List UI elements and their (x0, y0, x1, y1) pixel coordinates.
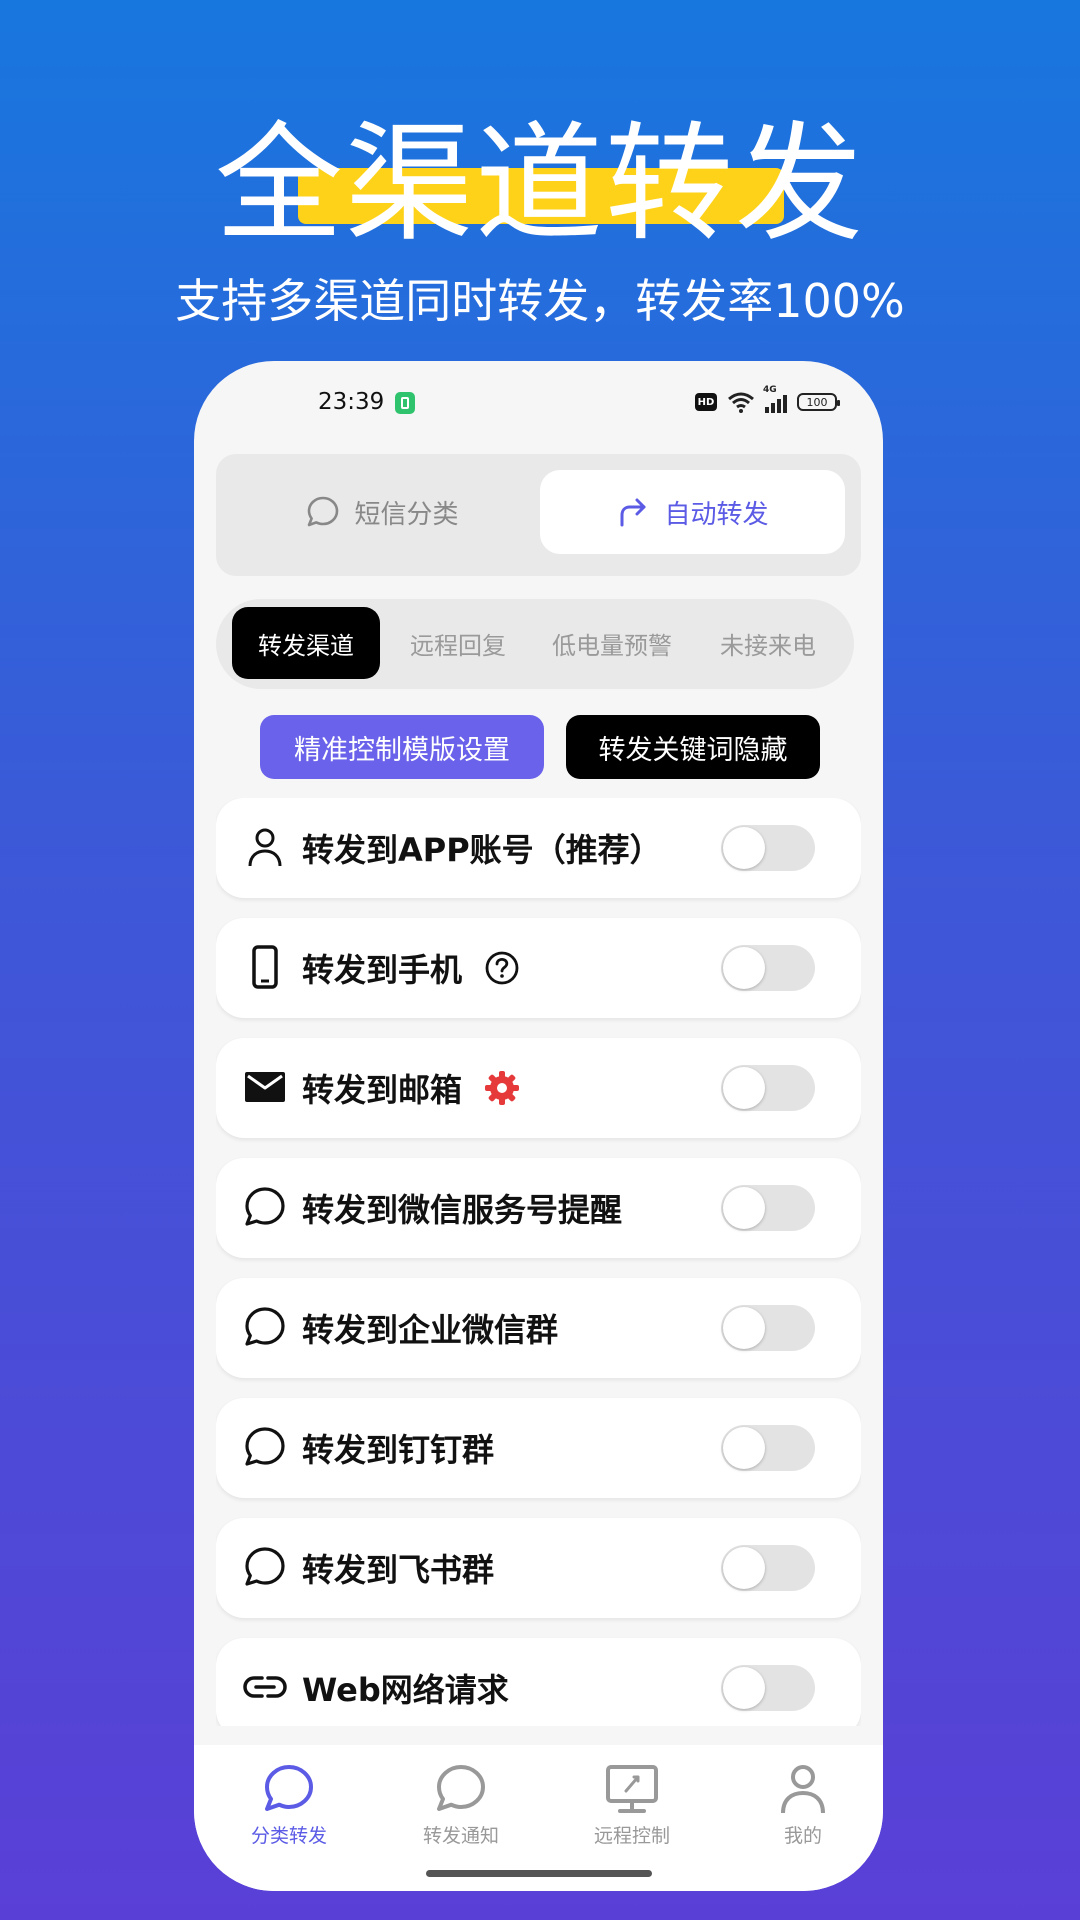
battery-icon: 100 (797, 393, 840, 411)
tab-low-battery-alert[interactable]: 低电量预警 (532, 607, 692, 679)
channel-label: 转发到手机 (302, 951, 463, 989)
chat-bubble-icon (308, 496, 339, 527)
chat-bubble-icon (245, 1307, 285, 1346)
channel-wecom-group[interactable]: 转发到企业微信群 (216, 1278, 861, 1378)
channel-label: 转发到飞书群 (302, 1551, 495, 1589)
channel-toggle[interactable] (721, 1665, 815, 1711)
channel-toggle[interactable] (721, 825, 815, 871)
mode-segment-control: 短信分类 自动转发 (216, 454, 861, 576)
nav-item-forward-notify[interactable]: 转发通知 (386, 1761, 536, 1848)
gear-icon[interactable] (484, 1070, 520, 1106)
channel-dingtalk-group[interactable]: 转发到钉钉群 (216, 1398, 861, 1498)
nav-item-label: 我的 (783, 1825, 822, 1847)
bottom-nav: 分类转发 转发通知 远程控制 我的 (194, 1745, 883, 1891)
chat-bubble-icon (245, 1547, 285, 1586)
template-settings-button[interactable]: 精准控制模版设置 (260, 715, 544, 779)
chat-bubble-icon (245, 1187, 285, 1226)
forward-arrow-icon (620, 498, 646, 527)
channel-toggle[interactable] (721, 945, 815, 991)
chat-bubble-icon (437, 1765, 485, 1811)
battery-saver-icon (395, 392, 415, 414)
nav-item-label: 分类转发 (250, 1825, 327, 1847)
home-indicator[interactable] (426, 1870, 652, 1877)
nav-item-classify-forward[interactable]: 分类转发 (214, 1761, 364, 1848)
signal-icon: 4G (763, 385, 787, 413)
hero-title: 全渠道转发 (214, 110, 865, 259)
status-time: 23:39 (318, 389, 385, 415)
channel-label: 转发到钉钉群 (302, 1431, 495, 1469)
tab-remote-reply[interactable]: 远程回复 (388, 607, 528, 679)
channel-toggle[interactable] (721, 1545, 815, 1591)
tab-missed-call[interactable]: 未接来电 (698, 607, 838, 679)
channel-toggle[interactable] (721, 1185, 815, 1231)
channel-label: Web网络请求 (302, 1671, 509, 1709)
channel-toggle[interactable] (721, 1425, 815, 1471)
person-icon (248, 828, 282, 867)
nav-item-label: 远程控制 (593, 1825, 670, 1847)
segment-auto-label: 自动转发 (664, 499, 769, 530)
keyword-hide-button[interactable]: 转发关键词隐藏 (566, 715, 820, 779)
status-icons: HD 4G 100 (695, 385, 840, 413)
tab-forward-channel[interactable]: 转发渠道 (232, 607, 380, 679)
channel-label: 转发到企业微信群 (302, 1311, 559, 1349)
help-icon[interactable] (484, 950, 520, 986)
sub-tabs: 转发渠道 远程回复 低电量预警 未接来电 (216, 599, 854, 689)
hero-subtitle: 支持多渠道同时转发，转发率100% (175, 274, 905, 328)
nav-item-label: 转发通知 (422, 1825, 499, 1847)
nav-item-remote-control[interactable]: 远程控制 (557, 1761, 707, 1848)
link-icon (243, 1676, 287, 1698)
channel-feishu-group[interactable]: 转发到飞书群 (216, 1518, 861, 1618)
channel-list: 转发到APP账号（推荐） 转发到手机 转发到邮箱 转发到微信服务号提醒 转发到企… (216, 798, 861, 1726)
phone-icon (252, 945, 278, 989)
person-icon (781, 1765, 825, 1814)
segment-sms-category[interactable]: 短信分类 (230, 470, 535, 554)
nav-item-me[interactable]: 我的 (728, 1761, 878, 1848)
chat-bubble-icon (265, 1765, 313, 1811)
chat-bubble-icon (245, 1427, 285, 1466)
wifi-icon (728, 392, 754, 413)
phone-frame: 23:39 HD 4G 100 短信分类 自动转发 转发渠道 远程回复 低电量预… (194, 361, 883, 1891)
channel-label: 转发到邮箱 (302, 1071, 463, 1109)
hd-icon: HD (695, 393, 717, 411)
channel-toggle[interactable] (721, 1065, 815, 1111)
monitor-icon (606, 1765, 658, 1813)
channel-label: 转发到微信服务号提醒 (302, 1191, 623, 1229)
channel-toggle[interactable] (721, 1305, 815, 1351)
channel-email[interactable]: 转发到邮箱 (216, 1038, 861, 1138)
channel-app-account[interactable]: 转发到APP账号（推荐） (216, 798, 861, 898)
mail-icon (245, 1072, 285, 1102)
channel-label: 转发到APP账号（推荐） (302, 831, 662, 869)
segment-auto-forward[interactable]: 自动转发 (540, 470, 845, 554)
channel-web-request[interactable]: Web网络请求 (216, 1638, 861, 1726)
channel-phone[interactable]: 转发到手机 (216, 918, 861, 1018)
status-bar: 23:39 HD 4G 100 (194, 385, 883, 429)
channel-wechat-service[interactable]: 转发到微信服务号提醒 (216, 1158, 861, 1258)
segment-sms-label: 短信分类 (354, 499, 459, 530)
